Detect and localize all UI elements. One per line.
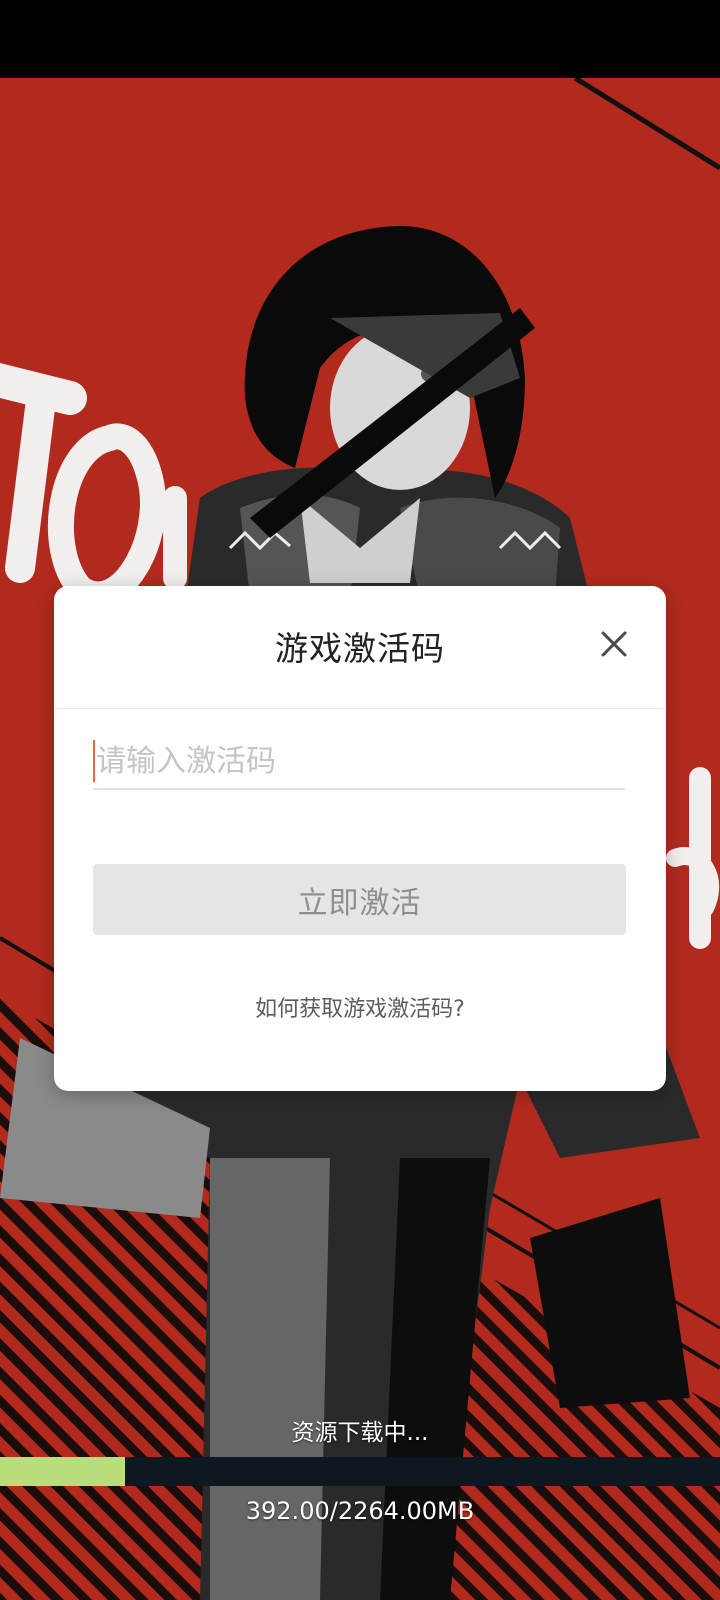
how-to-get-code-link[interactable]: 如何获取游戏激活码?: [54, 991, 666, 1023]
close-button[interactable]: [598, 628, 630, 660]
download-size-text: 392.00/2264.00MB: [245, 1497, 475, 1525]
activation-code-input[interactable]: [96, 736, 616, 786]
status-bar: [0, 0, 720, 78]
text-caret: [93, 740, 95, 782]
download-progress-bar: [0, 1457, 720, 1486]
close-icon: [601, 631, 627, 657]
dialog-title: 游戏激活码: [275, 629, 445, 668]
download-status-text: 资源下载中...: [291, 1420, 429, 1446]
dialog-header: 游戏激活码: [54, 586, 666, 709]
activate-button[interactable]: 立即激活: [93, 864, 626, 935]
activation-code-field: [93, 736, 625, 790]
download-progress-fill: [0, 1457, 125, 1486]
screen: 游戏激活码 立即激活 如何获取游戏激活码? 资源下载中... 392.00/22…: [0, 0, 720, 1600]
activation-dialog: 游戏激活码 立即激活 如何获取游戏激活码?: [54, 586, 666, 1091]
